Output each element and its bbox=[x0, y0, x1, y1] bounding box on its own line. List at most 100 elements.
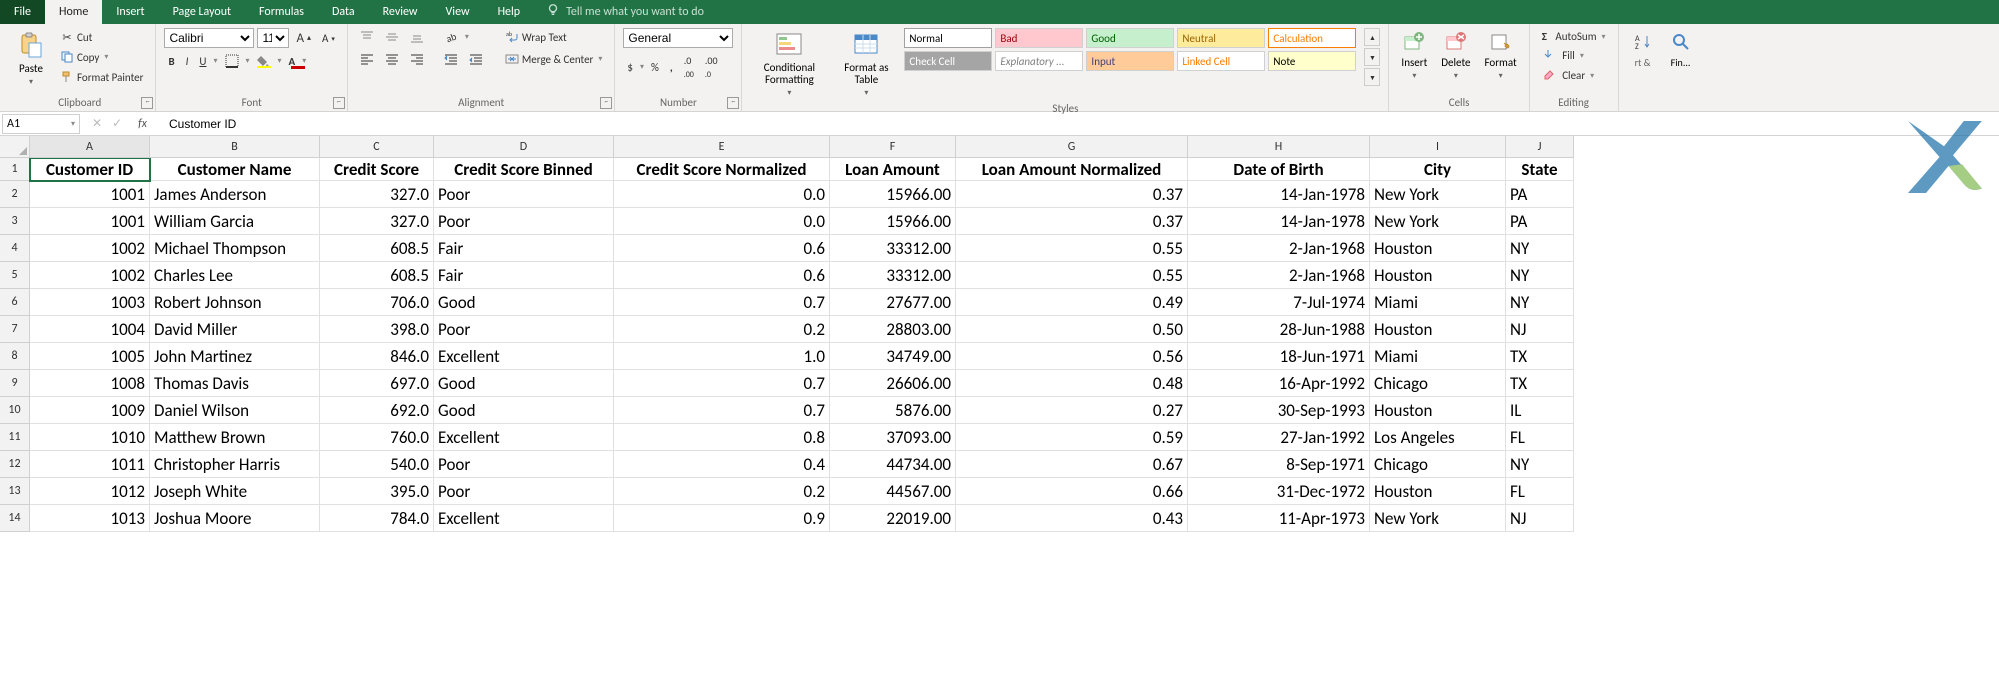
fill-color-button[interactable] bbox=[253, 52, 275, 70]
row-header-11[interactable]: 11 bbox=[0, 424, 30, 451]
data-cell[interactable]: Chicago bbox=[1370, 451, 1506, 478]
number-launcher[interactable]: ⌐ bbox=[727, 97, 739, 109]
cell-style-linked-cell[interactable]: Linked Cell bbox=[1177, 51, 1265, 71]
data-cell[interactable]: 2-Jan-1968 bbox=[1188, 235, 1370, 262]
data-cell[interactable]: Miami bbox=[1370, 343, 1506, 370]
number-format-select[interactable]: General bbox=[623, 28, 733, 48]
data-cell[interactable]: 0.4 bbox=[614, 451, 830, 478]
data-cell[interactable]: 0.66 bbox=[956, 478, 1188, 505]
italic-button[interactable]: I bbox=[182, 53, 193, 70]
tab-formulas[interactable]: Formulas bbox=[245, 0, 318, 24]
data-cell[interactable]: 1003 bbox=[30, 289, 150, 316]
data-cell[interactable]: 0.67 bbox=[956, 451, 1188, 478]
data-cell[interactable]: 0.0 bbox=[614, 208, 830, 235]
header-cell[interactable]: Loan Amount Normalized bbox=[956, 158, 1188, 181]
column-header-E[interactable]: E bbox=[614, 136, 830, 158]
decrease-indent-button[interactable] bbox=[440, 50, 462, 68]
data-cell[interactable]: Poor bbox=[434, 478, 614, 505]
data-cell[interactable]: 706.0 bbox=[320, 289, 434, 316]
data-cell[interactable]: 784.0 bbox=[320, 505, 434, 532]
data-cell[interactable]: 1009 bbox=[30, 397, 150, 424]
data-cell[interactable]: 28803.00 bbox=[830, 316, 956, 343]
clipboard-launcher[interactable]: ⌐ bbox=[141, 97, 153, 109]
data-cell[interactable]: 33312.00 bbox=[830, 235, 956, 262]
insert-cells-button[interactable]: Insert▾ bbox=[1397, 28, 1431, 83]
decrease-decimal-button[interactable]: .00.0 bbox=[701, 52, 722, 82]
row-header-10[interactable]: 10 bbox=[0, 397, 30, 424]
column-header-H[interactable]: H bbox=[1188, 136, 1370, 158]
data-cell[interactable]: 327.0 bbox=[320, 181, 434, 208]
data-cell[interactable]: 26606.00 bbox=[830, 370, 956, 397]
data-cell[interactable]: 0.6 bbox=[614, 235, 830, 262]
data-cell[interactable]: 14-Jan-1978 bbox=[1188, 208, 1370, 235]
data-cell[interactable]: Poor bbox=[434, 208, 614, 235]
data-cell[interactable]: 44567.00 bbox=[830, 478, 956, 505]
data-cell[interactable]: 16-Apr-1992 bbox=[1188, 370, 1370, 397]
font-name-select[interactable]: Calibri bbox=[164, 28, 254, 48]
styles-more-button[interactable]: ▼ bbox=[1364, 68, 1380, 86]
increase-decimal-button[interactable]: .0.00 bbox=[680, 52, 698, 82]
row-header-13[interactable]: 13 bbox=[0, 478, 30, 505]
data-cell[interactable]: Excellent bbox=[434, 424, 614, 451]
data-cell[interactable]: New York bbox=[1370, 505, 1506, 532]
data-cell[interactable]: 27677.00 bbox=[830, 289, 956, 316]
cell-style-normal[interactable]: Normal bbox=[904, 28, 992, 48]
row-header-2[interactable]: 2 bbox=[0, 181, 30, 208]
data-cell[interactable]: 1005 bbox=[30, 343, 150, 370]
tab-file[interactable]: File bbox=[0, 0, 45, 24]
align-top-button[interactable] bbox=[356, 28, 378, 46]
data-cell[interactable]: NJ bbox=[1506, 316, 1574, 343]
data-cell[interactable]: FL bbox=[1506, 478, 1574, 505]
data-cell[interactable]: 1002 bbox=[30, 235, 150, 262]
header-cell[interactable]: Credit Score Normalized bbox=[614, 158, 830, 181]
data-cell[interactable]: 1001 bbox=[30, 208, 150, 235]
data-cell[interactable]: Houston bbox=[1370, 397, 1506, 424]
cell-styles-gallery[interactable]: NormalBadGoodNeutralCalculationCheck Cel… bbox=[904, 28, 1356, 71]
row-header-7[interactable]: 7 bbox=[0, 316, 30, 343]
data-cell[interactable]: Houston bbox=[1370, 478, 1506, 505]
data-cell[interactable]: Los Angeles bbox=[1370, 424, 1506, 451]
data-cell[interactable]: 0.2 bbox=[614, 478, 830, 505]
select-all-corner[interactable] bbox=[0, 136, 30, 158]
tab-view[interactable]: View bbox=[432, 0, 484, 24]
format-as-table-button[interactable]: Format as Table▾ bbox=[834, 28, 898, 100]
data-cell[interactable]: 0.7 bbox=[614, 397, 830, 424]
data-cell[interactable]: 1011 bbox=[30, 451, 150, 478]
header-cell[interactable]: Customer ID bbox=[30, 158, 150, 181]
data-cell[interactable]: 1001 bbox=[30, 181, 150, 208]
data-cell[interactable]: Robert Johnson bbox=[150, 289, 320, 316]
data-cell[interactable]: 15966.00 bbox=[830, 181, 956, 208]
tab-help[interactable]: Help bbox=[484, 0, 535, 24]
data-cell[interactable]: 395.0 bbox=[320, 478, 434, 505]
data-cell[interactable]: 7-Jul-1974 bbox=[1188, 289, 1370, 316]
data-cell[interactable]: Fair bbox=[434, 235, 614, 262]
data-cell[interactable]: 34749.00 bbox=[830, 343, 956, 370]
align-right-button[interactable] bbox=[406, 50, 428, 68]
cell-style-input[interactable]: Input bbox=[1086, 51, 1174, 71]
header-cell[interactable]: Customer Name bbox=[150, 158, 320, 181]
align-middle-button[interactable] bbox=[381, 28, 403, 46]
data-cell[interactable]: NY bbox=[1506, 235, 1574, 262]
data-cell[interactable]: 14-Jan-1978 bbox=[1188, 181, 1370, 208]
column-header-C[interactable]: C bbox=[320, 136, 434, 158]
copy-button[interactable]: Copy▾ bbox=[56, 48, 147, 66]
cells-area[interactable]: Customer IDCustomer NameCredit Score Cred… bbox=[30, 158, 1574, 698]
header-cell[interactable]: City bbox=[1370, 158, 1506, 181]
column-header-J[interactable]: J bbox=[1506, 136, 1574, 158]
header-cell[interactable]: Credit Score bbox=[320, 158, 434, 181]
column-header-A[interactable]: A bbox=[30, 136, 150, 158]
accounting-format-button[interactable]: $ bbox=[623, 59, 637, 76]
data-cell[interactable]: 1002 bbox=[30, 262, 150, 289]
data-cell[interactable]: 0.56 bbox=[956, 343, 1188, 370]
increase-font-button[interactable]: A▴ bbox=[292, 29, 315, 48]
data-cell[interactable]: Good bbox=[434, 397, 614, 424]
data-cell[interactable]: 0.27 bbox=[956, 397, 1188, 424]
data-cell[interactable]: 0.55 bbox=[956, 262, 1188, 289]
data-cell[interactable]: Poor bbox=[434, 451, 614, 478]
data-cell[interactable]: Joseph White bbox=[150, 478, 320, 505]
align-left-button[interactable] bbox=[356, 50, 378, 68]
data-cell[interactable]: 31-Dec-1972 bbox=[1188, 478, 1370, 505]
tab-home[interactable]: Home bbox=[45, 0, 102, 24]
row-header-5[interactable]: 5 bbox=[0, 262, 30, 289]
name-box[interactable]: A1▾ bbox=[2, 114, 80, 134]
